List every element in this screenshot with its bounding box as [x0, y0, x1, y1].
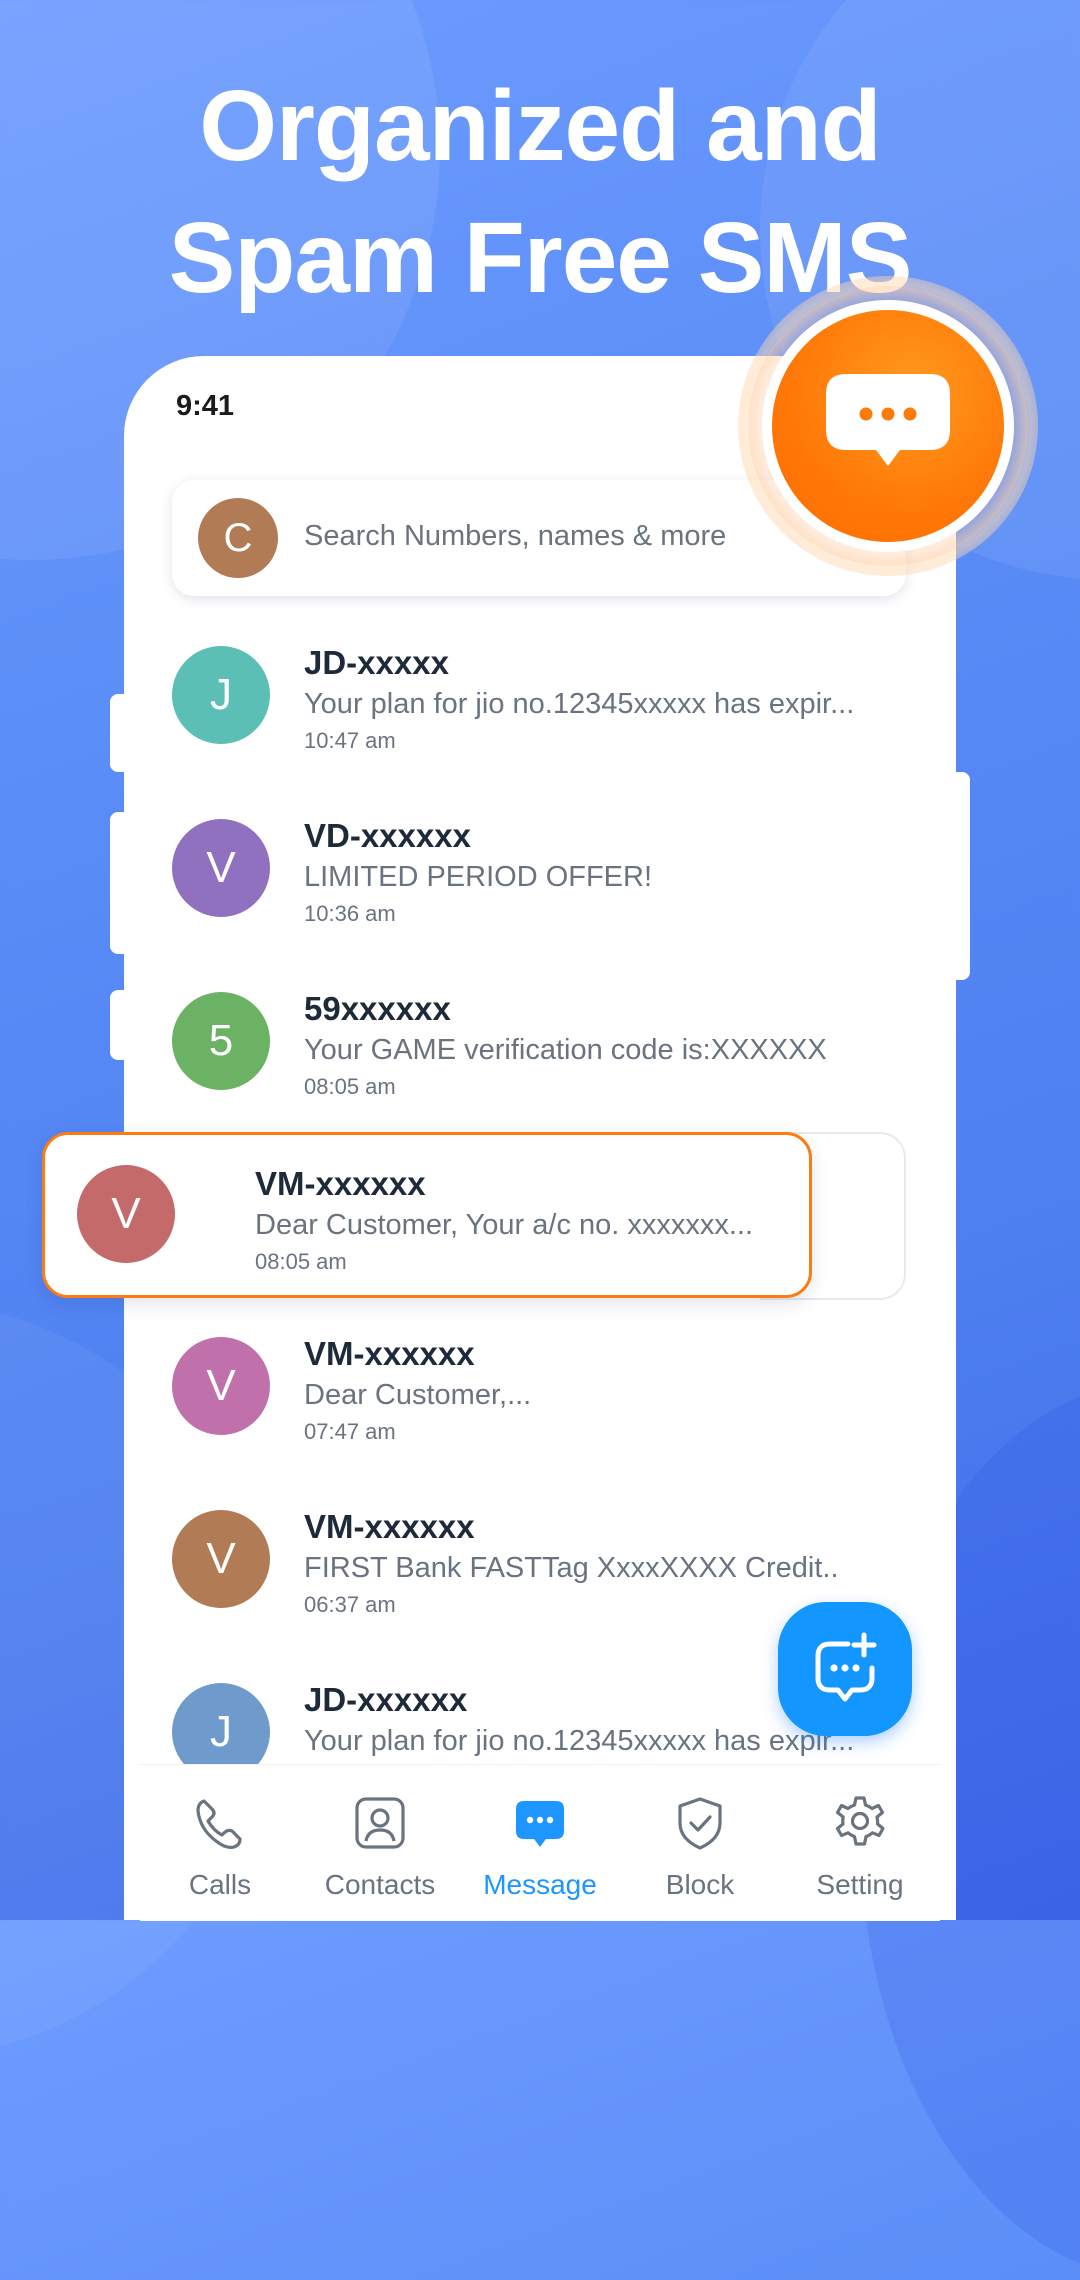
message-row[interactable]: V VM-xxxxxx Dear Customer,... 07:47 am [124, 1331, 956, 1461]
new-message-button[interactable] [778, 1602, 912, 1736]
search-placeholder[interactable]: Search Numbers, names & more [304, 520, 726, 553]
contact-icon [355, 1797, 405, 1849]
highlighted-message-card[interactable]: V VM-xxxxxx Dear Customer, Your a/c no. … [42, 1132, 812, 1298]
sender-name: VD-xxxxxx [304, 817, 471, 854]
contact-avatar: V [172, 1337, 270, 1435]
contact-avatar: V [77, 1165, 175, 1263]
contact-avatar: V [172, 819, 270, 917]
message-row[interactable]: 5 59xxxxxx Your GAME verification code i… [124, 986, 956, 1116]
shield-check-icon [678, 1797, 722, 1850]
tab-label: Calls [188, 1869, 252, 1900]
message-preview: Dear Customer, Your a/c no. xxxxxxx... [255, 1209, 754, 1241]
sender-name: VM-xxxxxx [304, 1508, 475, 1545]
message-time: 08:05 am [304, 1074, 396, 1099]
profile-avatar[interactable]: C [198, 498, 278, 578]
sender-name: JD-xxxxxx [304, 1681, 468, 1718]
gear-icon [835, 1796, 885, 1846]
tab-label: Setting [816, 1869, 904, 1900]
sms-badge [772, 310, 1004, 542]
new-message-icon [815, 1632, 877, 1702]
headline-line-1: Organized and [199, 70, 882, 182]
tab-calls[interactable]: Calls [140, 1765, 300, 1921]
contact-avatar: J [172, 646, 270, 744]
sender-name: JD-xxxxx [304, 644, 449, 681]
message-preview: FIRST Bank FASTTag XxxxXXXX Credit.. [304, 1552, 839, 1584]
status-time: 9:41 [176, 390, 235, 422]
message-preview: Your plan for jio no.12345xxxxx has expi… [304, 1725, 855, 1757]
message-time: 07:47 am [304, 1419, 396, 1444]
message-preview: Dear Customer,... [304, 1379, 532, 1411]
tab-setting[interactable]: Setting [780, 1765, 940, 1921]
tab-label: Message [483, 1869, 597, 1900]
bottom-tab-bar: Calls Contacts Message Block Setting [140, 1764, 940, 1921]
message-row[interactable]: J JD-xxxxx Your plan for jio no.12345xxx… [124, 640, 956, 770]
contact-avatar: V [172, 1510, 270, 1608]
tab-contacts[interactable]: Contacts [300, 1765, 460, 1921]
sender-name: VM-xxxxxx [304, 1335, 475, 1372]
message-icon [516, 1801, 564, 1847]
tab-label: Block [665, 1869, 735, 1900]
message-time: 10:47 am [304, 728, 396, 753]
message-preview: LIMITED PERIOD OFFER! [304, 861, 653, 893]
tab-block[interactable]: Block [620, 1765, 780, 1921]
chat-bubble-icon [826, 374, 950, 466]
message-preview: Your plan for jio no.12345xxxxx has expi… [304, 688, 855, 720]
message-time: 06:37 am [304, 1592, 396, 1617]
contact-avatar: 5 [172, 992, 270, 1090]
sender-name: 59xxxxxx [304, 990, 451, 1027]
sender-name: VM-xxxxxx [255, 1165, 426, 1202]
phone-icon [196, 1799, 242, 1849]
tab-label: Contacts [324, 1869, 436, 1900]
message-preview: Your GAME verification code is:XXXXXX [304, 1034, 827, 1066]
message-time: 08:05 am [255, 1249, 347, 1274]
message-time: 10:36 am [304, 901, 396, 926]
message-row[interactable]: V VD-xxxxxx LIMITED PERIOD OFFER! 10:36 … [124, 813, 956, 943]
tab-message[interactable]: Message [460, 1765, 620, 1921]
